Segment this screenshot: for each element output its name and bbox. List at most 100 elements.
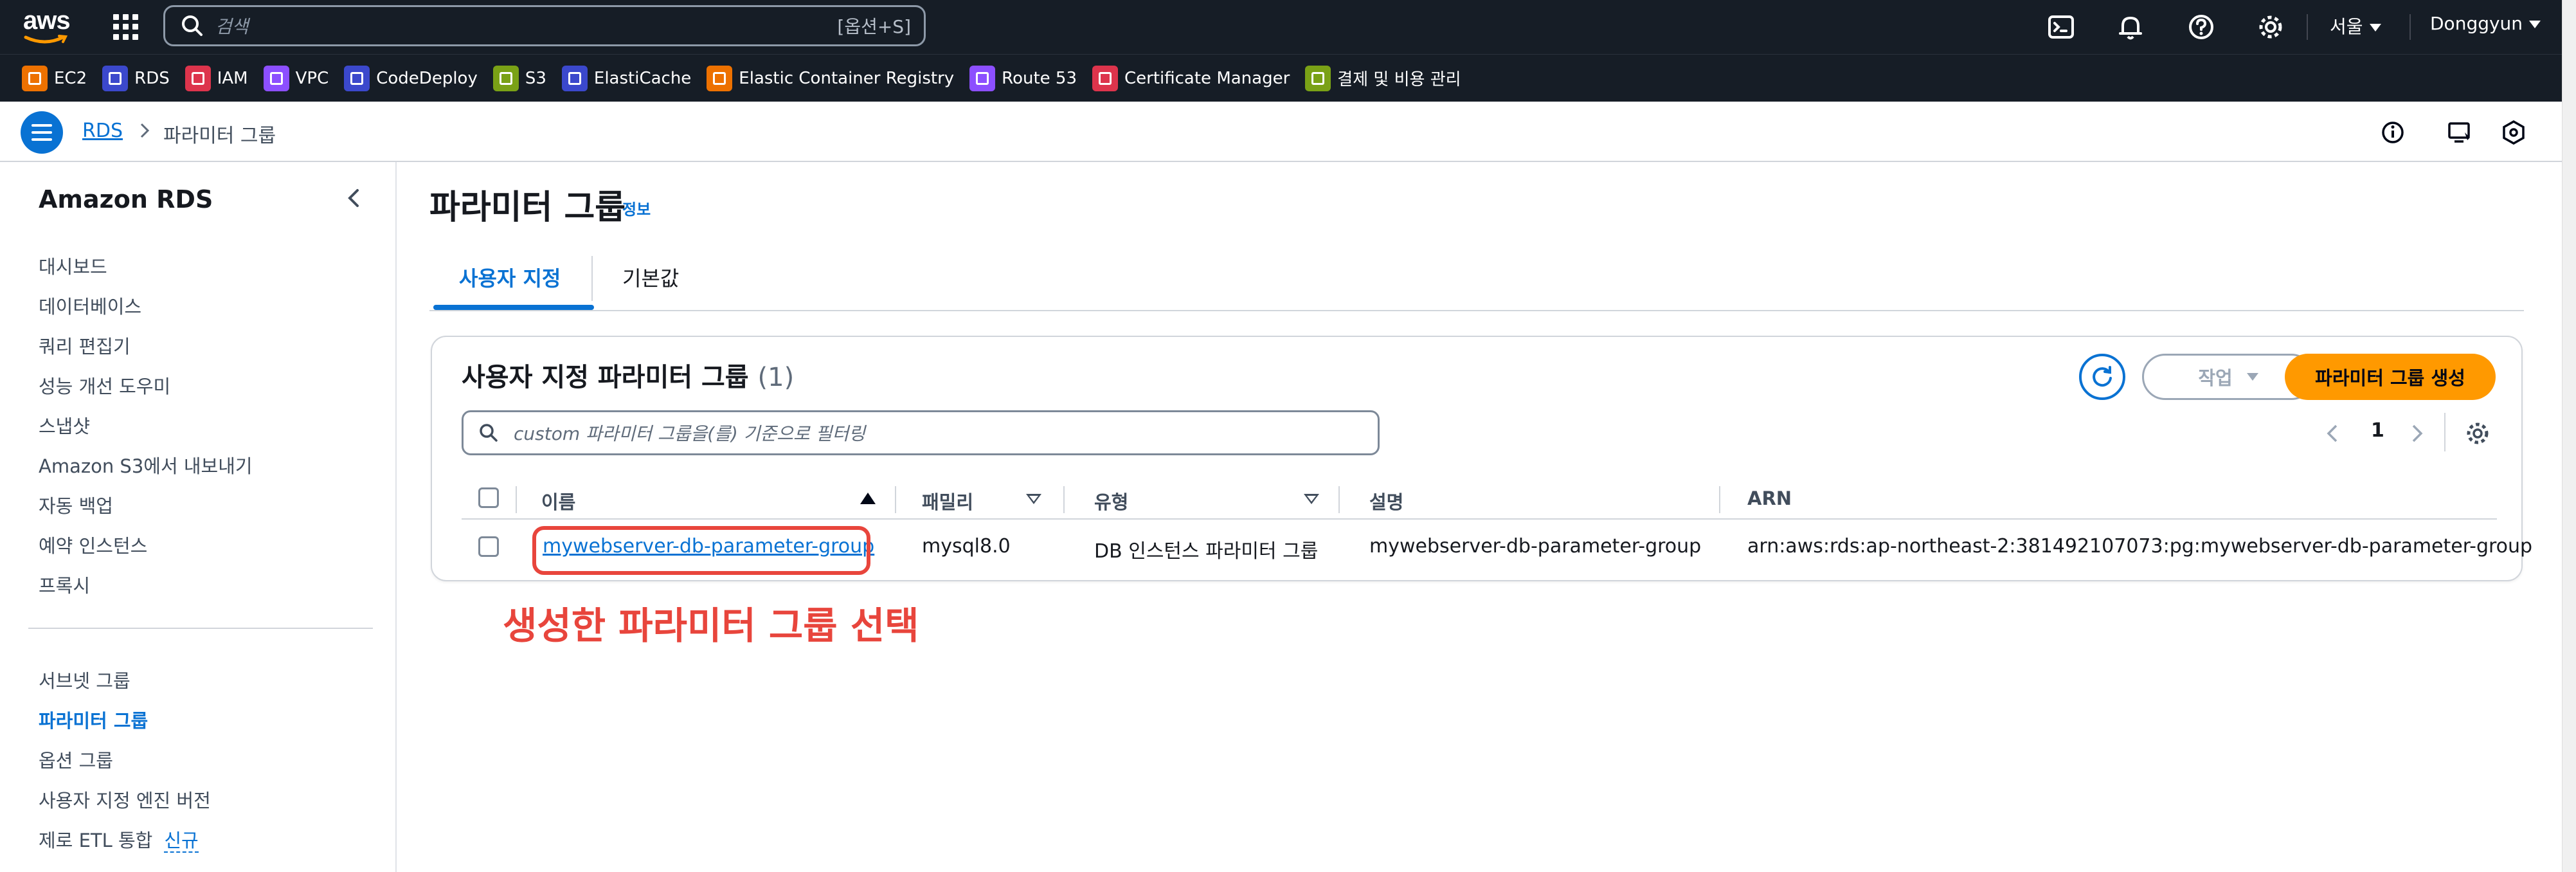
info-icon[interactable]	[2379, 118, 2407, 147]
sidebar-item-label: Amazon S3에서 내보내기	[39, 455, 253, 477]
account-menu[interactable]: Donggyun	[2430, 13, 2541, 34]
annotation-text: 생성한 파라미터 그룹 선택	[503, 604, 919, 648]
sidebar-item[interactable]: 서브넷 그룹	[39, 666, 131, 693]
column-header-description[interactable]: 설명	[1369, 487, 1403, 514]
sidebar-item[interactable]: 스냅샷	[39, 412, 90, 439]
sidebar-item[interactable]: Amazon S3에서 내보내기	[39, 451, 253, 478]
column-header-name[interactable]: 이름	[541, 487, 575, 514]
filter-placeholder: custom 파라미터 그룹을(를) 기준으로 필터링	[514, 423, 865, 444]
search-placeholder: 검색	[215, 16, 249, 37]
next-page-icon[interactable]	[2407, 421, 2426, 446]
sidebar-item[interactable]: 대시보드	[39, 252, 107, 279]
cloudshell-icon[interactable]	[2046, 12, 2076, 42]
sidebar-item-label: 파라미터 그룹	[39, 710, 149, 732]
preferences-gear-icon[interactable]	[2463, 419, 2492, 448]
sidebar-item-label: 예약 인스턴스	[39, 535, 148, 557]
table-header: 이름 패밀리 유형 설명 ARN	[462, 477, 2497, 520]
sidebar-item-label: 대시보드	[39, 256, 107, 278]
services-menu-icon[interactable]	[113, 14, 139, 40]
sidebar-item-label: 자동 백업	[39, 495, 113, 517]
help-icon[interactable]	[2186, 12, 2217, 42]
column-header-arn[interactable]: ARN	[1747, 487, 1792, 509]
favorite-iam[interactable]: IAM	[185, 65, 248, 91]
sidebar-item[interactable]: 데이터베이스	[39, 292, 141, 319]
cell-family: mysql8.0	[922, 535, 1011, 558]
cell-arn: arn:aws:rds:ap-northeast-2:381492107073:…	[1747, 535, 2533, 558]
service-icon	[22, 65, 48, 91]
favorite-s3[interactable]: S3	[492, 65, 546, 91]
row-checkbox[interactable]	[478, 536, 499, 557]
favorite-elastic-container-registry[interactable]: Elastic Container Registry	[707, 65, 954, 91]
favorite-label: RDS	[134, 68, 170, 88]
settings-hex-icon[interactable]	[2499, 118, 2528, 147]
service-icon	[969, 65, 996, 91]
sidebar-item[interactable]: 자동 백업	[39, 491, 113, 518]
select-all-checkbox[interactable]	[478, 487, 499, 508]
favorite-elasticache[interactable]: ElastiCache	[561, 65, 692, 91]
aws-logo[interactable]: aws	[23, 8, 71, 46]
sidebar-item[interactable]: 옵션 그룹	[39, 746, 113, 773]
sidebar-item-label: 옵션 그룹	[39, 750, 113, 772]
sidebar-item[interactable]: 성능 개선 도우미	[39, 372, 170, 399]
current-page-number[interactable]: 1	[2371, 419, 2384, 442]
sidebar-item-label: 성능 개선 도우미	[39, 376, 171, 397]
sidebar-item[interactable]: 예약 인스턴스	[39, 531, 147, 558]
annotation-highlight-box	[532, 526, 870, 575]
nav-divider	[2409, 14, 2411, 40]
service-icon	[561, 65, 588, 91]
service-icon	[492, 65, 519, 91]
refresh-button[interactable]	[2079, 354, 2125, 400]
favorite-codedeploy[interactable]: CodeDeploy	[344, 65, 478, 91]
favorite-label: IAM	[217, 68, 248, 88]
chevron-down-icon	[2246, 373, 2258, 381]
aws-smile-icon	[24, 35, 68, 44]
new-badge: 신규	[164, 830, 199, 853]
sidebar-item-label: 프록시	[39, 575, 91, 597]
collapse-sidebar-icon[interactable]	[343, 185, 364, 211]
sidebar-item[interactable]: 쿼리 편집기	[39, 332, 131, 359]
region-selector[interactable]: 서울	[2330, 13, 2381, 39]
hamburger-menu-icon[interactable]	[21, 111, 63, 154]
feedback-icon[interactable]	[2445, 118, 2474, 147]
chevron-right-icon	[140, 123, 150, 138]
filter-input[interactable]: custom 파라미터 그룹을(를) 기준으로 필터링	[462, 410, 1380, 455]
sidebar-item-label: 사용자 지정 엔진 버전	[39, 790, 211, 812]
favorite-label: 결제 및 비용 관리	[1337, 70, 1461, 89]
gear-icon[interactable]	[2255, 12, 2286, 42]
column-divider	[1338, 486, 1340, 513]
sort-descending-icon[interactable]	[1026, 494, 1041, 504]
sidebar-item[interactable]: 제로 ETL 통합 신규	[39, 826, 199, 853]
bell-icon[interactable]	[2115, 12, 2146, 42]
tab-custom[interactable]: 사용자 지정	[459, 262, 561, 292]
previous-page-icon[interactable]	[2323, 421, 2343, 446]
sort-ascending-icon[interactable]	[860, 493, 876, 504]
search-bar[interactable]: 검색 [옵션+S]	[163, 5, 926, 46]
column-divider	[516, 486, 517, 513]
breadcrumb-rds-link[interactable]: RDS	[82, 120, 123, 142]
favorite-ec2[interactable]: EC2	[22, 65, 87, 91]
sidebar-item[interactable]: 파라미터 그룹	[39, 706, 148, 733]
column-header-type[interactable]: 유형	[1094, 487, 1128, 514]
cell-type: DB 인스턴스 파라미터 그룹	[1094, 540, 1319, 563]
favorite-route-53[interactable]: Route 53	[969, 65, 1077, 91]
favorite-certificate-manager[interactable]: Certificate Manager	[1092, 65, 1290, 91]
favorite-label: CodeDeploy	[376, 68, 478, 88]
create-parameter-group-button[interactable]: 파라미터 그룹 생성	[2285, 354, 2496, 400]
sidebar-item[interactable]: 프록시	[39, 571, 90, 598]
info-link[interactable]: 정보	[622, 197, 651, 219]
column-header-family[interactable]: 패밀리	[922, 487, 973, 514]
favorite-label: Route 53	[1002, 68, 1077, 88]
account-name: Donggyun	[2430, 13, 2523, 34]
favorite-rds[interactable]: RDS	[102, 65, 170, 91]
favorite-vpc[interactable]: VPC	[263, 65, 329, 91]
actions-label: 작업	[2198, 367, 2233, 389]
favorite-label: ElastiCache	[593, 68, 692, 88]
vertical-scrollbar[interactable]	[2562, 0, 2576, 872]
favorite-[interactable]: 결제 및 비용 관리	[1305, 65, 1461, 91]
sort-descending-icon[interactable]	[1304, 494, 1319, 504]
tab-default[interactable]: 기본값	[622, 262, 679, 292]
sidebar-item-label: 데이터베이스	[39, 296, 142, 318]
cell-description: mywebserver-db-parameter-group	[1369, 535, 1702, 558]
nav-divider	[2307, 14, 2308, 40]
sidebar-item[interactable]: 사용자 지정 엔진 버전	[39, 786, 211, 813]
